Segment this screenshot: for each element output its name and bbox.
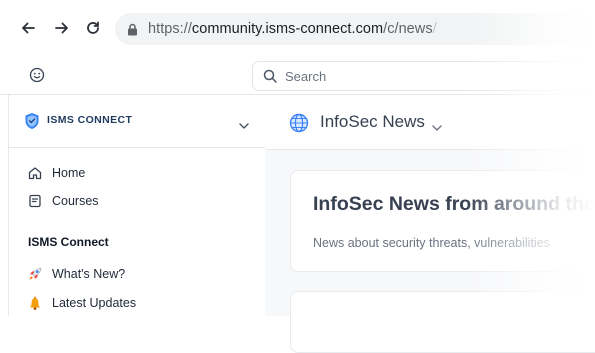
back-button[interactable]: [18, 18, 38, 38]
app-header: [0, 57, 595, 95]
post-card[interactable]: [290, 291, 595, 353]
sidebar-item-courses[interactable]: Courses: [27, 191, 99, 211]
sidebar-item-home[interactable]: Home: [27, 163, 85, 183]
sidebar-item-label: What's New?: [52, 267, 126, 281]
arrow-left-icon: [22, 22, 35, 34]
card-description: News about security threats, vulnerabili…: [313, 236, 550, 250]
sidebar-item-label: Home: [52, 166, 86, 180]
reload-icon: [87, 21, 99, 34]
home-icon: [27, 165, 43, 181]
shield-logo-icon: [24, 112, 40, 130]
globe-icon: [289, 113, 309, 138]
smiley-icon[interactable]: [29, 67, 45, 83]
lock-icon: [127, 23, 138, 36]
sidebar-item-latest-updates[interactable]: Latest Updates: [27, 293, 136, 313]
chevron-down-icon[interactable]: [239, 116, 249, 134]
sidebar: ISMS CONNECT Home Courses ISMS Connect W…: [8, 95, 266, 316]
space-description-card: InfoSec News from around the News about …: [290, 170, 595, 272]
space-title[interactable]: InfoSec News: [320, 112, 425, 132]
card-title: InfoSec News from around the: [313, 193, 595, 215]
sidebar-item-whats-new[interactable]: What's New?: [27, 264, 125, 284]
forward-button[interactable]: [52, 18, 72, 38]
arrow-right-icon: [55, 22, 68, 34]
search-icon: [263, 69, 277, 83]
reload-button[interactable]: [83, 18, 103, 38]
main-content: InfoSec News InfoSec News from around th…: [265, 95, 595, 353]
courses-icon: [27, 193, 43, 209]
bell-icon: [27, 295, 43, 311]
search-input[interactable]: [285, 68, 565, 84]
rocket-icon: [27, 266, 43, 282]
search-box[interactable]: [252, 61, 595, 91]
address-bar[interactable]: https://community.isms-connect.com/c/new…: [115, 13, 595, 45]
space-header: InfoSec News: [265, 95, 595, 150]
browser-toolbar: https://community.isms-connect.com/c/new…: [0, 0, 595, 57]
section-title: ISMS Connect: [28, 235, 109, 249]
sidebar-item-label: Courses: [52, 194, 99, 208]
community-switcher[interactable]: ISMS CONNECT: [9, 95, 265, 148]
sidebar-item-label: Latest Updates: [52, 296, 137, 310]
url-text: https://community.isms-connect.com/c/new…: [148, 21, 437, 37]
chevron-down-icon[interactable]: [432, 118, 442, 136]
brand-name: ISMS CONNECT: [47, 114, 133, 126]
